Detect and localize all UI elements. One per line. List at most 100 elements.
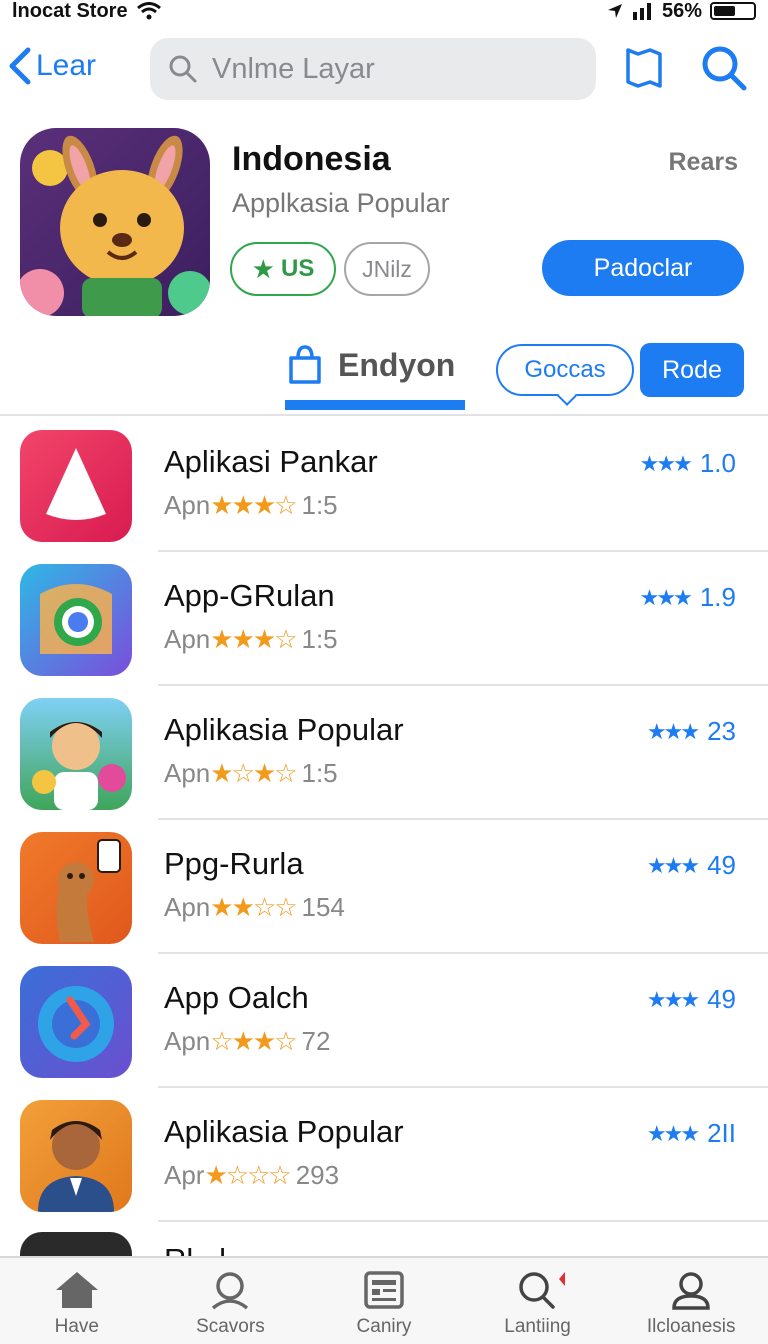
tab-bar: Endyon Goccas Rode xyxy=(0,340,768,416)
secondary-badge-label: JNilz xyxy=(362,255,412,282)
app-name: Rl...l xyxy=(164,1242,226,1256)
profile-icon xyxy=(672,1272,710,1310)
signal-icon xyxy=(632,3,651,20)
rating-value: 49 xyxy=(707,850,736,880)
wifi-icon xyxy=(136,2,161,20)
person-icon xyxy=(212,1272,249,1310)
tab-underline xyxy=(285,400,465,410)
tab-scavors[interactable]: Scavors xyxy=(154,1258,308,1344)
app-name: App Oalch xyxy=(164,980,309,1015)
home-icon xyxy=(55,1272,98,1308)
app-header: Indonesia Applkasia Popular Rears ★ US J… xyxy=(0,126,768,326)
app-meta: Apn ★★★☆ 1:5 xyxy=(164,490,338,520)
rating-value: 23 xyxy=(707,716,736,746)
app-meta: Apn ★★☆☆ 154 xyxy=(164,892,345,922)
meta-stars: ★★☆☆ xyxy=(210,892,297,922)
region-badge[interactable]: ★ US xyxy=(230,242,336,296)
rating-stars: ★★★ xyxy=(639,584,693,610)
app-name: Aplikasia Popular xyxy=(164,1114,404,1149)
app-meta: Apr ★☆☆☆ 293 xyxy=(164,1160,340,1190)
search-icon xyxy=(169,55,197,83)
app-list-icon xyxy=(20,564,132,676)
rating-group: ★★★ 49 xyxy=(647,850,736,881)
search-icon[interactable] xyxy=(700,44,748,92)
tab-main[interactable]: Endyon xyxy=(286,344,455,386)
app-list-icon xyxy=(20,698,132,810)
divider xyxy=(158,1220,768,1222)
list-card-icon xyxy=(364,1271,404,1309)
back-label: Lear xyxy=(36,49,97,82)
bag-icon xyxy=(289,345,321,384)
meta-stars: ★★★☆ xyxy=(210,624,297,654)
tab-outline[interactable]: Goccas xyxy=(496,344,634,406)
list-item[interactable]: Aplikasi Pankar Apn ★★★☆ 1:5 ★★★ 1.0 xyxy=(0,418,768,552)
rating-group: ★★★ 1.0 xyxy=(640,448,736,479)
secondary-badge[interactable]: JNilz xyxy=(344,242,430,296)
nav-bar: Lear Vnlme Layar xyxy=(0,36,768,102)
app-list: Aplikasi Pankar Apn ★★★☆ 1:5 ★★★ 1.0 App… xyxy=(0,418,768,1222)
rating-stars: ★★★ xyxy=(639,450,693,476)
download-button[interactable]: Padoclar xyxy=(542,240,744,296)
app-subtitle: Applkasia Popular xyxy=(232,188,450,218)
list-item[interactable]: Aplikasia Popular Apr ★☆☆☆ 293 ★★★ 2II xyxy=(0,1088,768,1222)
app-meta: Apn ★★★☆ 1:5 xyxy=(164,624,338,654)
battery-icon xyxy=(710,2,756,20)
tab-main-label: Endyon xyxy=(338,346,456,383)
tab-profile-label: Ilcloanesis xyxy=(646,1316,736,1337)
tab-caniry[interactable]: Caniry xyxy=(307,1258,461,1344)
rating-value: 1.0 xyxy=(699,448,736,478)
carrier-label: lnocat Store xyxy=(12,0,128,22)
status-bar: lnocat Store 56% xyxy=(0,0,768,22)
meta-stars: ★★★☆ xyxy=(210,490,297,520)
bookmark-icon[interactable] xyxy=(624,46,664,90)
rating-stars: ★★★ xyxy=(646,852,700,878)
search-input[interactable]: Vnlme Layar xyxy=(150,38,596,100)
rating-group: ★★★ 1.9 xyxy=(640,582,736,613)
app-meta: Apn ☆★★☆ 72 xyxy=(164,1026,331,1056)
app-name: App-GRulan xyxy=(164,578,335,613)
search-icon xyxy=(518,1272,555,1309)
app-name: Aplikasia Popular xyxy=(164,712,404,747)
bottom-tab-bar: Have Scavors Caniry Lantiing Ilcloanesis xyxy=(0,1256,768,1344)
rating-group: ★★★ 2II xyxy=(647,1118,736,1149)
list-item-partial[interactable]: Rl...l xyxy=(0,1228,768,1256)
app-list-icon xyxy=(20,966,132,1078)
tab-scavors-label: Scavors xyxy=(196,1316,265,1337)
meta-stars: ☆★★☆ xyxy=(210,1026,297,1056)
battery-percent: 56% xyxy=(661,0,702,22)
star-icon: ★ xyxy=(251,253,275,284)
search-placeholder: Vnlme Layar xyxy=(212,52,375,85)
app-title: Indonesia xyxy=(232,140,391,178)
tab-outline-label: Goccas xyxy=(524,356,606,383)
tab-home[interactable]: Have xyxy=(0,1258,154,1344)
rating-value: 1.9 xyxy=(699,582,736,612)
list-item[interactable]: Ppg-Rurla Apn ★★☆☆ 154 ★★★ 49 xyxy=(0,820,768,954)
list-item[interactable]: Aplikasia Popular Apn ★☆★☆ 1:5 ★★★ 23 xyxy=(0,686,768,820)
app-list-icon xyxy=(20,430,132,542)
tab-profile[interactable]: Ilcloanesis xyxy=(614,1258,768,1344)
rating-value: 49 xyxy=(707,984,736,1014)
region-badge-label: US xyxy=(280,255,315,282)
rating-group: ★★★ 23 xyxy=(647,716,736,747)
rank-label: Rears xyxy=(668,148,739,176)
app-meta: Apn ★☆★☆ 1:5 xyxy=(164,758,338,788)
notification-dot xyxy=(558,1272,565,1286)
rating-group: ★★★ 49 xyxy=(647,984,736,1015)
location-icon xyxy=(607,4,622,18)
chevron-left-icon xyxy=(9,47,31,85)
tab-filled[interactable]: Rode xyxy=(640,343,744,397)
back-button[interactable]: Lear xyxy=(8,46,96,86)
app-name: Aplikasi Pankar xyxy=(164,444,378,479)
tab-filled-label: Rode xyxy=(662,355,722,384)
list-item[interactable]: App Oalch Apn ☆★★☆ 72 ★★★ 49 xyxy=(0,954,768,1088)
download-label: Padoclar xyxy=(593,253,693,282)
rating-value: 2II xyxy=(707,1118,736,1148)
rating-stars: ★★★ xyxy=(646,718,700,744)
list-item[interactable]: App-GRulan Apn ★★★☆ 1:5 ★★★ 1.9 xyxy=(0,552,768,686)
tab-lantiing[interactable]: Lantiing xyxy=(461,1258,615,1344)
tab-caniry-label: Caniry xyxy=(356,1316,412,1337)
app-list-icon xyxy=(20,832,132,944)
app-name: Ppg-Rurla xyxy=(164,846,304,881)
app-list-icon xyxy=(20,1232,132,1256)
tab-lantiing-label: Lantiing xyxy=(504,1316,571,1337)
